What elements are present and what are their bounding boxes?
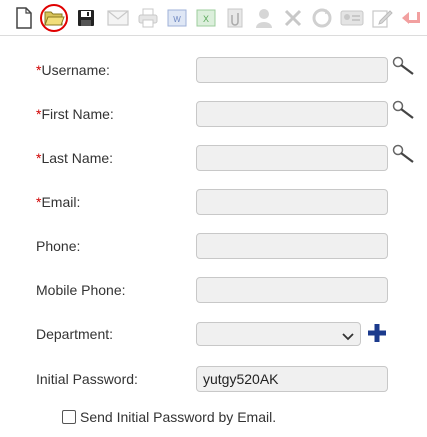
first-name-row: *First Name: — [0, 94, 427, 134]
refresh-icon[interactable] — [310, 5, 334, 31]
back-icon[interactable] — [400, 5, 424, 31]
print-icon[interactable] — [136, 5, 160, 31]
send-password-label[interactable]: Send Initial Password by Email. — [80, 409, 276, 425]
toolbar: W X — [0, 0, 427, 36]
username-label: *Username: — [36, 62, 110, 78]
last-name-input[interactable] — [196, 145, 388, 171]
initial-password-input[interactable] — [196, 366, 388, 392]
phone-row: Phone: — [0, 226, 427, 266]
delete-icon[interactable] — [281, 5, 305, 31]
add-department-button[interactable] — [366, 322, 388, 344]
mobile-phone-label: Mobile Phone: — [36, 282, 126, 298]
department-select[interactable] — [196, 322, 361, 346]
last-name-search-icon[interactable] — [391, 144, 415, 164]
phone-input[interactable] — [196, 233, 388, 259]
save-icon[interactable] — [74, 5, 98, 31]
mobile-phone-input[interactable] — [196, 277, 388, 303]
export-word-icon[interactable]: W — [165, 5, 189, 31]
chevron-down-icon — [342, 329, 354, 345]
email-icon[interactable] — [106, 5, 130, 31]
user-icon[interactable] — [252, 5, 276, 31]
export-excel-icon[interactable]: X — [194, 5, 218, 31]
first-name-search-icon[interactable] — [391, 100, 415, 120]
email-row: *Email: — [0, 182, 427, 222]
user-form: *Username: *First Name: *Last Name: *Ema… — [0, 36, 427, 437]
initial-password-label: Initial Password: — [36, 371, 138, 387]
email-input[interactable] — [196, 189, 388, 215]
edit-icon[interactable] — [370, 5, 394, 31]
last-name-label: *Last Name: — [36, 150, 114, 166]
mobile-phone-row: Mobile Phone: — [0, 270, 427, 310]
id-card-icon[interactable] — [340, 5, 364, 31]
svg-text:X: X — [203, 14, 209, 24]
initial-password-row: Initial Password: — [0, 359, 427, 399]
send-password-checkbox[interactable] — [62, 410, 76, 424]
send-password-row: Send Initial Password by Email. — [62, 406, 276, 428]
username-row: *Username: — [0, 50, 427, 90]
last-name-row: *Last Name: — [0, 138, 427, 178]
email-label: *Email: — [36, 194, 81, 210]
department-row: Department: — [0, 314, 427, 354]
svg-text:W: W — [173, 15, 181, 24]
phone-label: Phone: — [36, 238, 81, 254]
first-name-input[interactable] — [196, 101, 388, 127]
username-search-icon[interactable] — [391, 56, 415, 76]
highlight-circle — [40, 4, 68, 32]
attach-icon[interactable] — [223, 5, 247, 31]
first-name-label: *First Name: — [36, 106, 114, 122]
username-input[interactable] — [196, 57, 388, 83]
department-label: Department: — [36, 326, 114, 342]
new-document-icon[interactable] — [12, 5, 36, 31]
